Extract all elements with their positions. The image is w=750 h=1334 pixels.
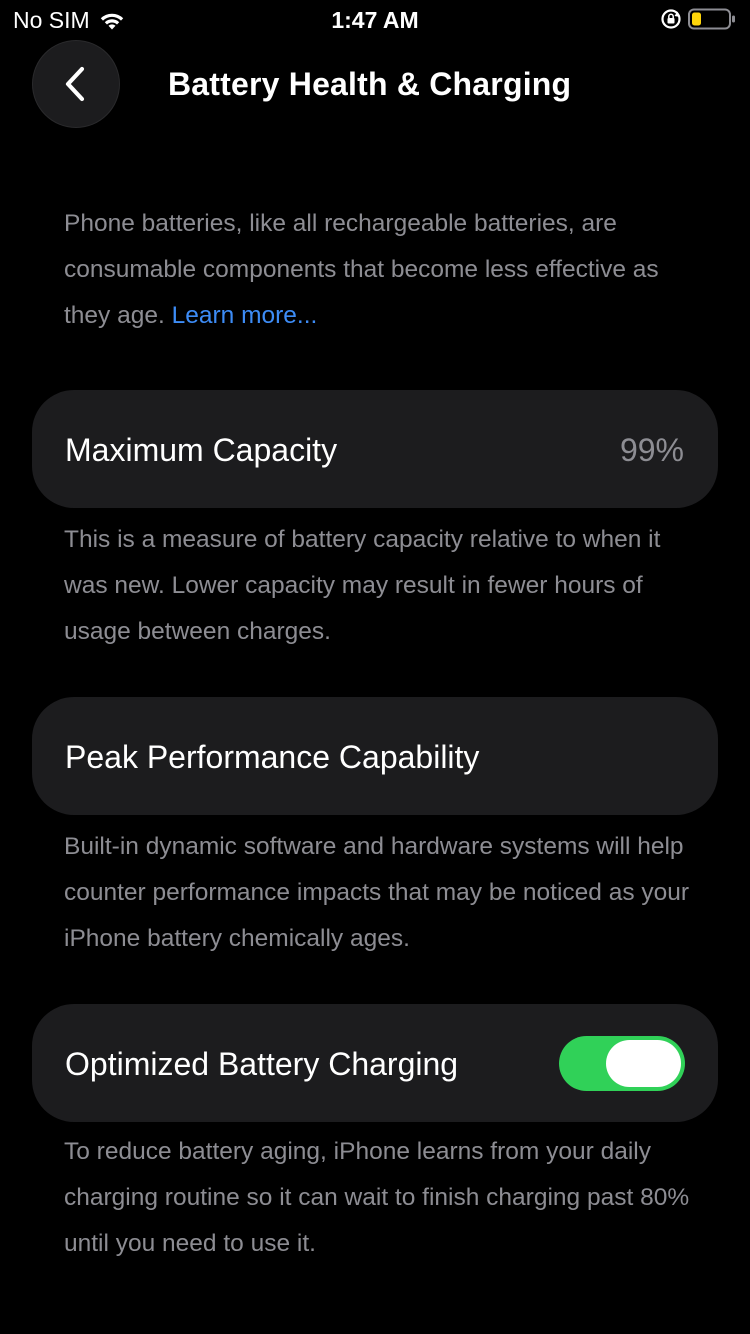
battery-low-power-icon xyxy=(688,8,736,30)
status-time: 1:47 AM xyxy=(331,7,419,33)
toggle-knob xyxy=(606,1040,681,1087)
rotation-lock-icon xyxy=(660,8,682,30)
peak-performance-label: Peak Performance Capability xyxy=(65,739,480,775)
status-right-group xyxy=(660,8,736,30)
optimized-charging-toggle[interactable] xyxy=(559,1036,685,1091)
intro-text: Phone batteries, like all rechargeable b… xyxy=(64,210,659,329)
maximum-capacity-description: This is a measure of battery capacity re… xyxy=(64,526,661,645)
status-bar: No SIM 1:47 AM xyxy=(0,0,750,40)
peak-performance-description: Built-in dynamic software and hardware s… xyxy=(64,833,690,952)
back-button[interactable] xyxy=(33,41,119,127)
intro-description: Phone batteries, like all rechargeable b… xyxy=(64,201,704,339)
peak-performance-cell: Peak Performance Capability xyxy=(32,697,718,815)
maximum-capacity-label: Maximum Capacity xyxy=(65,432,338,468)
optimized-charging-label: Optimized Battery Charging xyxy=(65,1046,459,1082)
maximum-capacity-value: 99% xyxy=(619,432,684,468)
page-title: Battery Health & Charging xyxy=(168,66,572,102)
optimized-charging-description: To reduce battery aging, iPhone learns f… xyxy=(64,1138,690,1257)
chevron-left-icon xyxy=(65,66,85,102)
optimized-charging-cell: Optimized Battery Charging xyxy=(32,1004,718,1122)
learn-more-link[interactable]: Learn more... xyxy=(172,302,318,329)
maximum-capacity-cell: Maximum Capacity 99% xyxy=(32,390,718,508)
